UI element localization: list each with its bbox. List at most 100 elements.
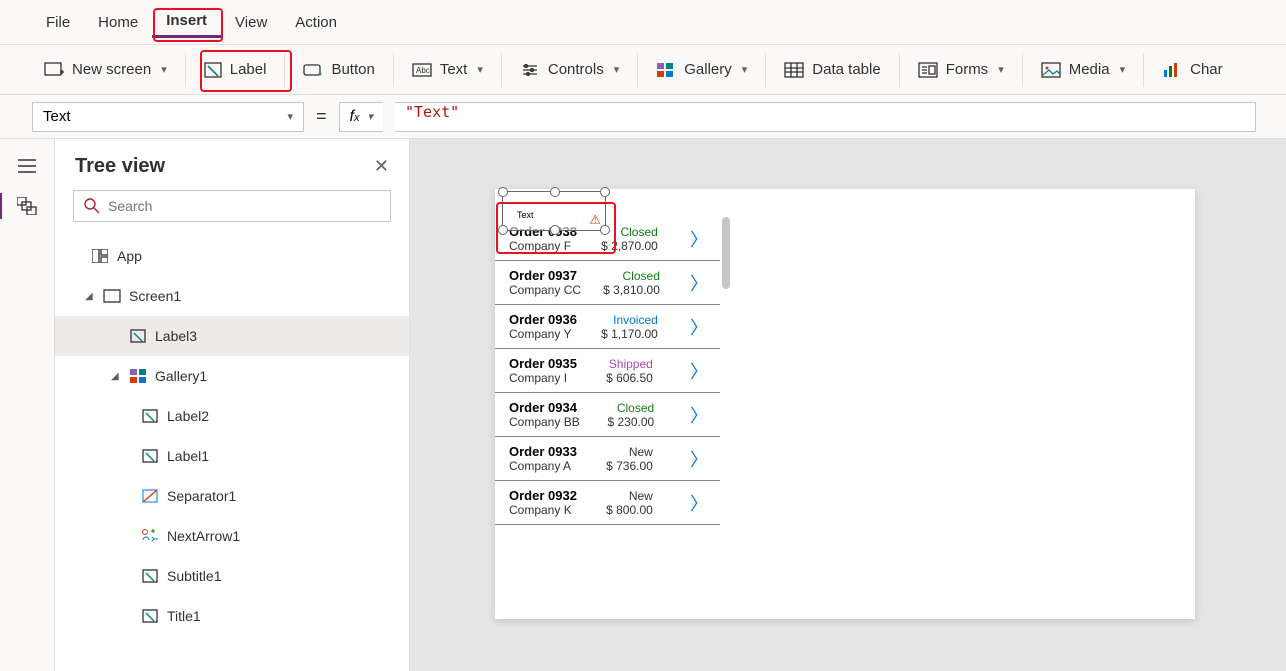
chevron-right-icon[interactable]: 〉	[690, 226, 708, 252]
tree-label: App	[117, 248, 142, 264]
chevron-right-icon[interactable]: 〉	[690, 490, 708, 516]
separator	[393, 53, 394, 87]
resize-handle[interactable]	[498, 187, 508, 197]
order-amount: $ 2,870.00	[601, 239, 658, 253]
order-id: Order 0937	[509, 268, 581, 283]
controls-dropdown[interactable]: Controls ▾	[504, 55, 635, 84]
order-id: Order 0935	[509, 356, 577, 371]
selected-label-overlay[interactable]: Text ⚠	[502, 191, 606, 231]
tree-node-screen1[interactable]: ◢ Screen1	[55, 276, 409, 316]
resize-handle[interactable]	[550, 225, 560, 235]
chart-icon	[1162, 62, 1182, 78]
table-icon	[784, 62, 804, 78]
gallery-item[interactable]: Order 0932Company KNew$ 800.00〉	[495, 481, 720, 525]
forms-dropdown[interactable]: Forms ▾	[902, 55, 1020, 84]
app-screen[interactable]: Order 0938Company FClosed$ 2,870.00〉Orde…	[495, 189, 1195, 619]
separator	[185, 53, 186, 87]
data-table-button[interactable]: Data table	[768, 55, 896, 84]
chevron-down-icon: ▾	[998, 63, 1004, 76]
tree-view-tab[interactable]	[15, 197, 39, 215]
tree-node-title1[interactable]: Title1	[55, 596, 409, 636]
property-selector[interactable]: Text ▾	[32, 102, 304, 132]
label-icon	[129, 329, 147, 343]
chevron-right-icon[interactable]: 〉	[690, 314, 708, 340]
formula-input[interactable]: "Text"	[395, 102, 1256, 132]
tree-node-gallery1[interactable]: ◢ Gallery1	[55, 356, 409, 396]
order-company: Company Y	[509, 327, 577, 341]
caret-icon: ◢	[85, 291, 95, 302]
chevron-down-icon: ▾	[742, 63, 748, 76]
resize-handle[interactable]	[550, 187, 560, 197]
label-button-text: Label	[230, 61, 267, 78]
gallery-item[interactable]: Order 0934Company BBClosed$ 230.00〉	[495, 393, 720, 437]
resize-handle[interactable]	[600, 187, 610, 197]
menu-home[interactable]: Home	[84, 8, 152, 37]
button-button-text: Button	[331, 61, 374, 78]
chevron-down-icon: ▾	[614, 63, 620, 76]
charts-dropdown[interactable]: Char	[1146, 55, 1239, 84]
scrollbar[interactable]	[722, 217, 730, 289]
resize-handle[interactable]	[600, 225, 610, 235]
order-company: Company F	[509, 239, 577, 253]
chevron-down-icon: ▾	[477, 63, 483, 76]
menu-insert[interactable]: Insert	[152, 6, 221, 38]
menu-file[interactable]: File	[32, 8, 84, 37]
close-icon[interactable]: ✕	[374, 156, 389, 177]
tree-node-label3[interactable]: Label3	[55, 316, 409, 356]
order-amount: $ 606.50	[606, 371, 653, 385]
button-button[interactable]: Button	[287, 55, 390, 84]
gallery-control[interactable]: Order 0938Company FClosed$ 2,870.00〉Orde…	[495, 217, 720, 525]
menu-view[interactable]: View	[221, 8, 281, 37]
tree-node-label1[interactable]: Label1	[55, 436, 409, 476]
ribbon-toolbar: New screen ▾ Label Button Abc Text ▾ Con…	[0, 45, 1286, 95]
formula-bar: Text ▾ = fx ▾ "Text"	[0, 95, 1286, 139]
tree-node-subtitle1[interactable]: Subtitle1	[55, 556, 409, 596]
tree-node-app[interactable]: App	[55, 236, 409, 276]
separator	[1143, 53, 1144, 87]
order-amount: $ 800.00	[606, 503, 653, 517]
search-input[interactable]	[108, 198, 380, 214]
chevron-right-icon[interactable]: 〉	[690, 446, 708, 472]
order-id: Order 0934	[509, 400, 580, 415]
tree-node-separator1[interactable]: Separator1	[55, 476, 409, 516]
search-box[interactable]	[73, 190, 391, 222]
gallery-item[interactable]: Order 0936Company YInvoiced$ 1,170.00〉	[495, 305, 720, 349]
separator	[899, 53, 900, 87]
media-dropdown[interactable]: Media ▾	[1025, 55, 1141, 84]
label-icon	[141, 449, 159, 463]
order-company: Company I	[509, 371, 577, 385]
chevron-right-icon[interactable]: 〉	[690, 358, 708, 384]
order-status: Closed	[620, 225, 657, 239]
data-table-label: Data table	[812, 61, 880, 78]
equals-sign: =	[316, 106, 327, 127]
hamburger-button[interactable]	[15, 157, 39, 175]
text-dropdown-label: Text	[440, 61, 468, 78]
gallery-dropdown-label: Gallery	[684, 61, 732, 78]
gallery-item[interactable]: Order 0935Company I Shipped$ 606.50 〉	[495, 349, 720, 393]
menu-action[interactable]: Action	[281, 8, 351, 37]
gallery-item[interactable]: Order 0937Company CCClosed$ 3,810.00〉	[495, 261, 720, 305]
forms-dropdown-label: Forms	[946, 61, 989, 78]
fx-button[interactable]: fx ▾	[339, 102, 383, 132]
nextarrow-icon	[141, 528, 159, 544]
label-icon	[204, 62, 222, 78]
gallery-item[interactable]: Order 0933Company ANew$ 736.00〉	[495, 437, 720, 481]
order-status: Shipped	[609, 357, 653, 371]
new-screen-button[interactable]: New screen ▾	[28, 55, 183, 84]
separator	[501, 53, 502, 87]
order-amount: $ 3,810.00	[603, 283, 660, 297]
text-dropdown[interactable]: Abc Text ▾	[396, 55, 499, 84]
canvas[interactable]: Order 0938Company FClosed$ 2,870.00〉Orde…	[410, 139, 1286, 671]
tree-node-label2[interactable]: Label2	[55, 396, 409, 436]
resize-handle[interactable]	[498, 225, 508, 235]
chevron-right-icon[interactable]: 〉	[690, 402, 708, 428]
tree-label: Label3	[155, 328, 197, 344]
left-rail	[0, 139, 55, 671]
tree-node-nextarrow1[interactable]: NextArrow1	[55, 516, 409, 556]
chevron-down-icon: ▾	[367, 110, 373, 123]
chevron-right-icon[interactable]: 〉	[690, 270, 708, 296]
tree-label: Gallery1	[155, 368, 207, 384]
order-status: Closed	[623, 269, 660, 283]
label-button[interactable]: Label	[188, 55, 283, 84]
gallery-dropdown[interactable]: Gallery ▾	[640, 55, 763, 84]
